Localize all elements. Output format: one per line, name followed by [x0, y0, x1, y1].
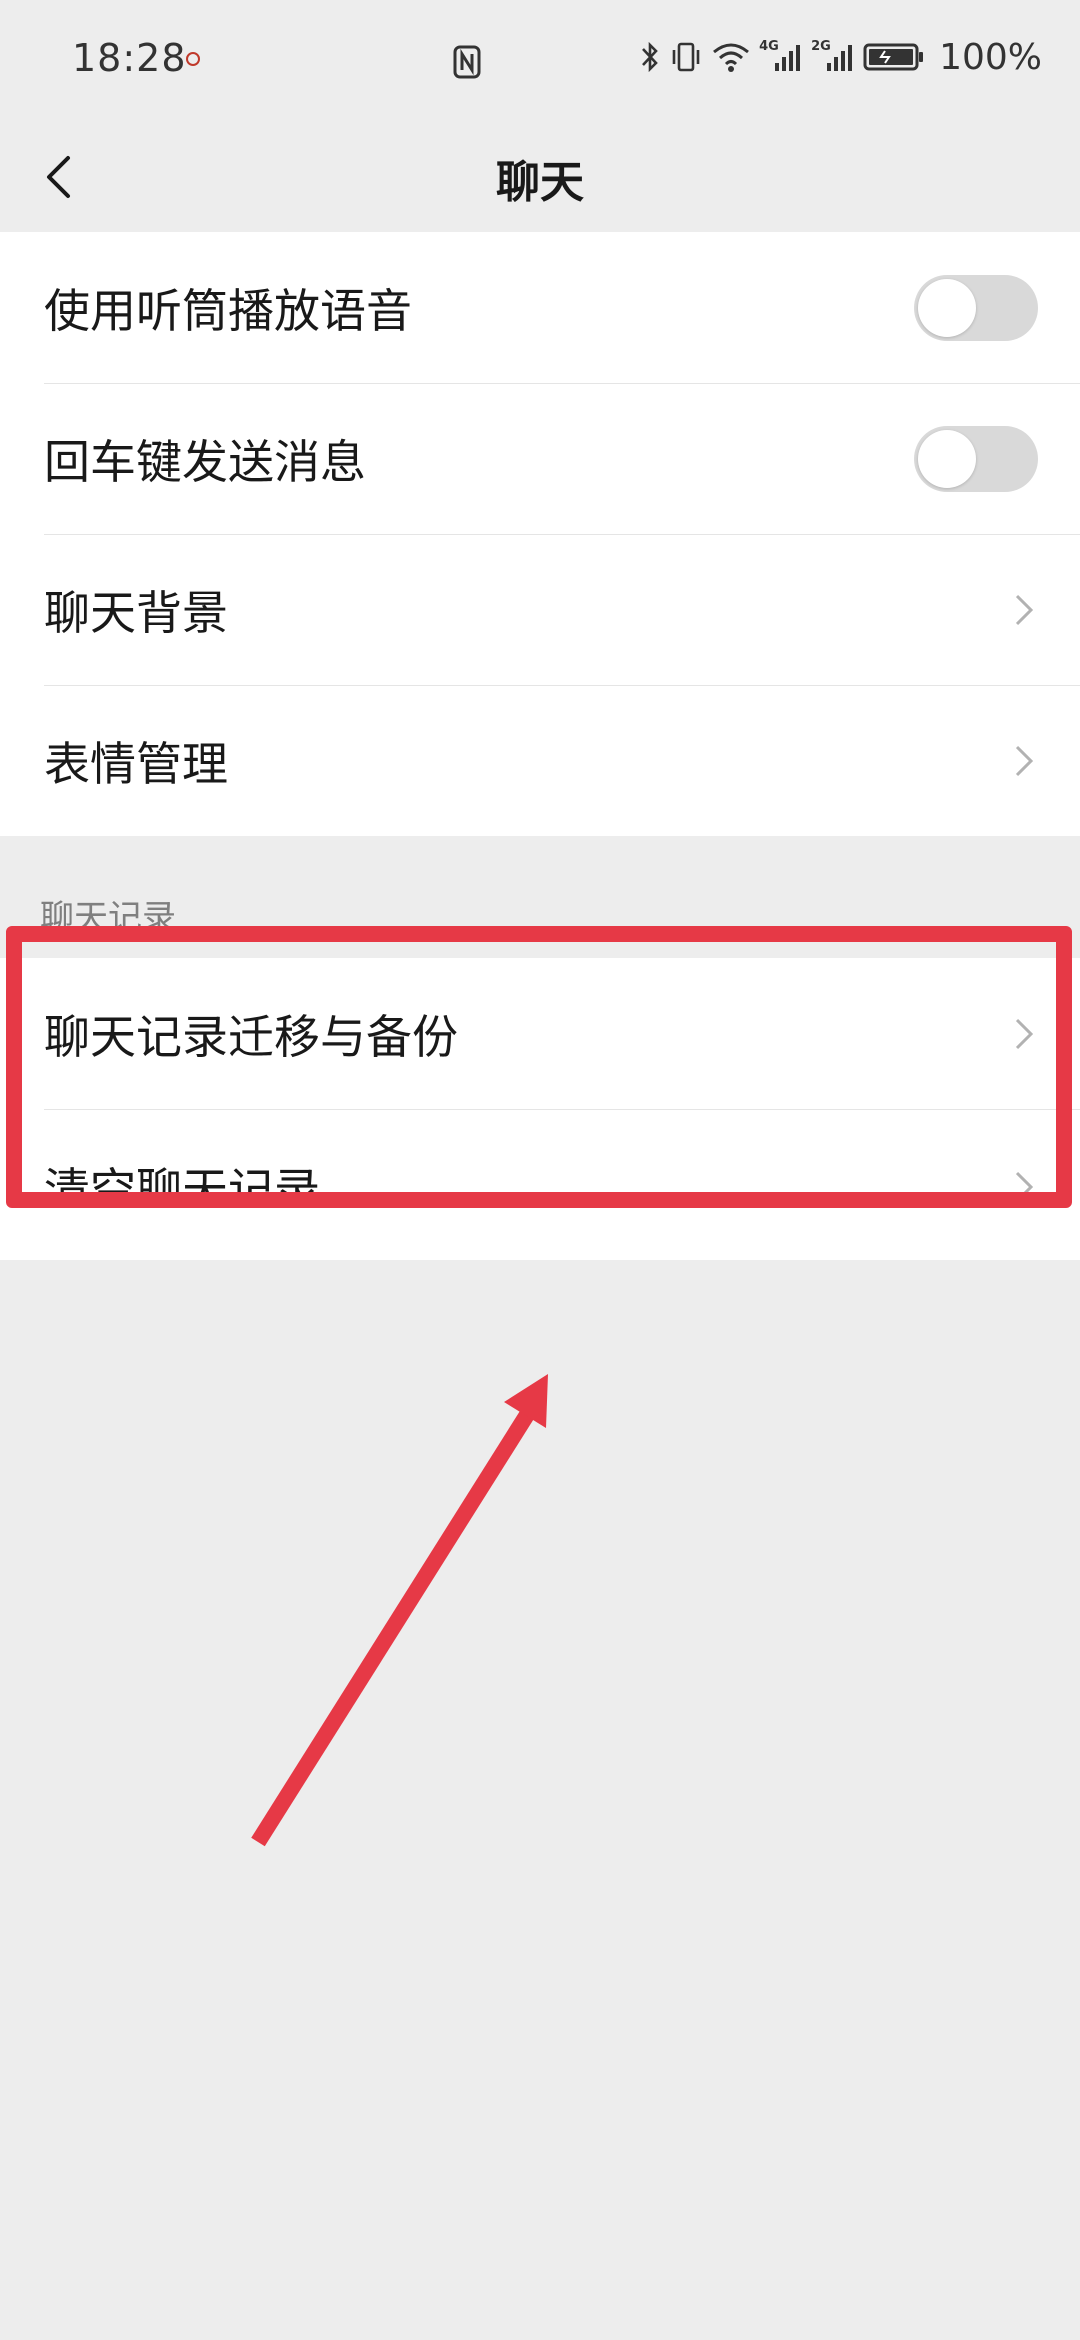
wifi-icon — [713, 43, 750, 72]
chat-history-section-title: 聊天记录 — [40, 898, 176, 938]
enter-to-send-toggle[interactable] — [914, 425, 1038, 492]
status-time: 18:28 — [72, 36, 187, 80]
nfc-icon — [453, 45, 481, 79]
chevron-right-icon — [1015, 1171, 1034, 1203]
setting-label: 回车键发送消息 — [44, 434, 366, 489]
signal-2g-icon: 2G — [811, 39, 855, 75]
chevron-right-icon — [1015, 594, 1034, 625]
setting-label: 使用听筒播放语音 — [44, 283, 412, 338]
notification-dot-icon — [186, 52, 200, 66]
earpiece-voice-toggle[interactable] — [914, 274, 1038, 341]
setting-earpiece-voice[interactable]: 使用听筒播放语音 — [0, 232, 1080, 383]
status-icons: 4G 2G 100% — [639, 34, 1042, 80]
bluetooth-icon — [642, 41, 658, 73]
toggle-knob — [918, 429, 976, 488]
toggle-knob — [918, 278, 976, 337]
vibrate-icon — [672, 42, 700, 72]
setting-label: 聊天背景 — [44, 585, 228, 640]
status-bar: 18:28 4G 2G 100% — [0, 0, 1080, 122]
chevron-right-icon — [1015, 1018, 1034, 1049]
battery-icon — [863, 43, 924, 71]
wechat-chat-settings-screen: 18:28 4G 2G 100% 聊天 使用听筒播放语音 回车键发送消息 聊天背… — [0, 0, 1080, 2340]
page-title: 聊天 — [496, 157, 584, 208]
setting-label: 聊天记录迁移与备份 — [44, 1009, 458, 1064]
setting-sticker-management[interactable]: 表情管理 — [0, 685, 1080, 836]
navigation-bar: 聊天 — [0, 122, 1080, 232]
setting-chat-background[interactable]: 聊天背景 — [0, 534, 1080, 685]
setting-migrate-backup[interactable]: 聊天记录迁移与备份 — [0, 958, 1080, 1109]
signal-4g-icon: 4G — [759, 39, 803, 75]
chevron-right-icon — [1015, 745, 1034, 776]
clipped-area — [0, 1208, 1080, 1260]
setting-enter-to-send[interactable]: 回车键发送消息 — [0, 383, 1080, 534]
chat-settings-group: 使用听筒播放语音 回车键发送消息 聊天背景 表情管理 — [0, 232, 1080, 836]
setting-label: 表情管理 — [44, 736, 228, 791]
battery-percent: 100% — [939, 36, 1042, 78]
